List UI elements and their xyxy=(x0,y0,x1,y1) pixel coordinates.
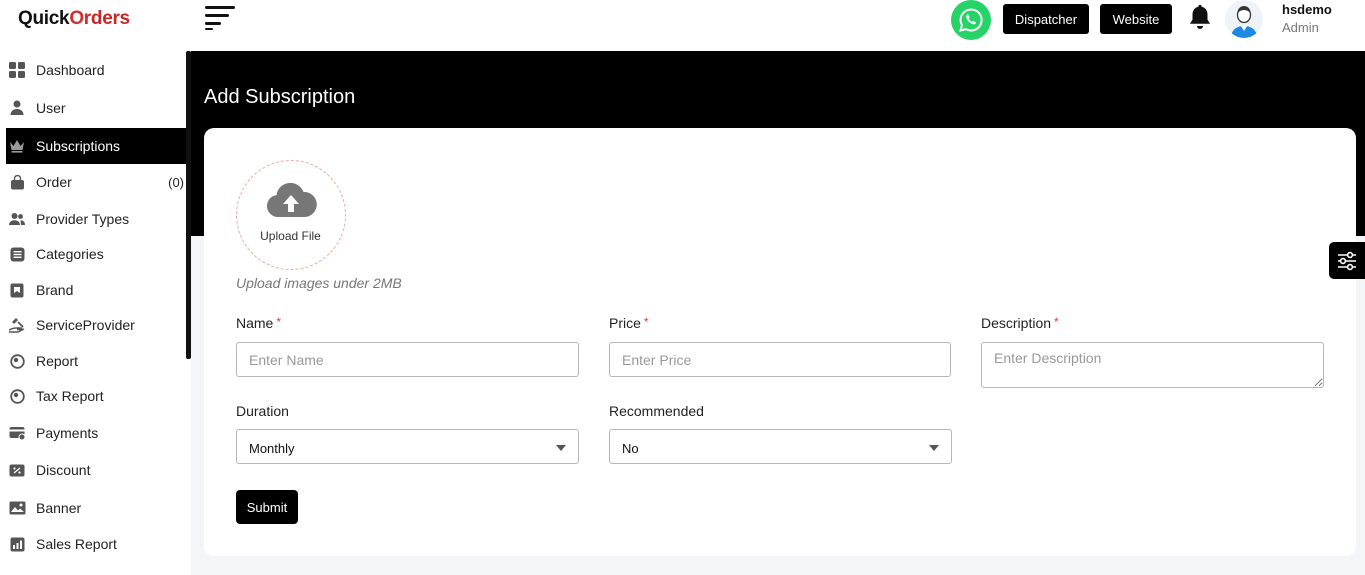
dashboard-icon xyxy=(8,61,26,79)
tax-report-icon xyxy=(8,387,26,405)
bell-icon[interactable] xyxy=(1187,4,1213,32)
order-count-badge: (0) xyxy=(168,174,184,190)
report-icon xyxy=(8,352,26,370)
menu-toggle-icon[interactable] xyxy=(205,6,235,30)
price-input[interactable] xyxy=(609,342,951,377)
top-header: Dispatcher Website hsdemo Admin xyxy=(191,0,1365,51)
bag-icon xyxy=(8,173,26,191)
sidebar-item-label: ServiceProvider xyxy=(36,317,135,333)
sidebar-item-label: Sales Report xyxy=(36,536,117,552)
sidebar-item-label: Brand xyxy=(36,282,74,298)
name-input[interactable] xyxy=(236,342,579,377)
sidebar-item-payments[interactable]: Payments xyxy=(6,415,186,451)
sidebar-item-order[interactable]: Order (0) xyxy=(6,164,186,200)
sidebar-item-label: User xyxy=(36,100,66,116)
submit-button[interactable]: Submit xyxy=(236,490,298,524)
upload-hint: Upload images under 2MB xyxy=(236,275,402,291)
sidebar-item-label: Payments xyxy=(36,425,99,441)
sidebar-item-user[interactable]: User xyxy=(6,90,186,126)
sidebar-item-sales-report[interactable]: Sales Report xyxy=(6,526,186,562)
service-provider-icon xyxy=(8,316,26,334)
sales-report-icon xyxy=(8,535,26,553)
sidebar-item-report[interactable]: Report xyxy=(6,343,186,379)
sidebar-item-discount[interactable]: Discount xyxy=(6,452,186,488)
description-label: Description * xyxy=(981,315,1059,331)
whatsapp-icon[interactable] xyxy=(951,0,991,40)
sidebar-item-brand[interactable]: Brand xyxy=(6,272,186,308)
cloud-upload-icon xyxy=(267,183,317,218)
recommended-label: Recommended xyxy=(609,403,704,419)
sidebar-item-categories[interactable]: Categories xyxy=(6,236,186,272)
description-textarea[interactable] xyxy=(981,342,1324,388)
user-name: hsdemo xyxy=(1282,2,1332,17)
sidebar-item-provider-types[interactable]: Provider Types xyxy=(6,201,186,237)
user-icon xyxy=(8,99,26,117)
sidebar-item-label: Provider Types xyxy=(36,211,130,227)
upload-file-dropzone[interactable]: Upload File xyxy=(236,160,346,270)
upload-label: Upload File xyxy=(260,229,321,243)
sidebar-item-serviceprovider[interactable]: ServiceProvider xyxy=(6,307,186,343)
price-label: Price * xyxy=(609,315,649,331)
required-mark: * xyxy=(276,315,282,329)
required-mark: * xyxy=(1054,315,1059,329)
sidebar-item-label: Subscriptions xyxy=(36,138,121,154)
recommended-value: No xyxy=(622,441,639,456)
categories-icon xyxy=(8,245,26,263)
brand-icon xyxy=(8,281,26,299)
chevron-down-icon xyxy=(556,445,566,451)
sidebar-item-subscriptions[interactable]: Subscriptions xyxy=(6,128,186,164)
banner-icon xyxy=(8,499,26,517)
sidebar-item-banner[interactable]: Banner xyxy=(6,490,186,526)
duration-label: Duration xyxy=(236,403,289,419)
user-role: Admin xyxy=(1282,20,1319,35)
duration-value: Monthly xyxy=(249,441,295,456)
payments-icon xyxy=(8,424,26,442)
chevron-down-icon xyxy=(929,445,939,451)
sidebar-item-label: Order xyxy=(36,174,72,190)
settings-sliders-icon[interactable] xyxy=(1329,242,1365,279)
duration-select[interactable]: Monthly xyxy=(236,429,579,464)
avatar[interactable] xyxy=(1225,0,1263,38)
sidebar-item-label: Tax Report xyxy=(36,388,104,404)
subscription-form-card: Upload File Upload images under 2MB Name… xyxy=(204,128,1356,556)
sidebar-item-label: Banner xyxy=(36,500,82,516)
discount-icon xyxy=(8,461,26,479)
page-title: Add Subscription xyxy=(204,86,356,108)
sidebar-item-tax-report[interactable]: Tax Report xyxy=(6,378,186,414)
users-icon xyxy=(8,210,26,228)
name-label: Name * xyxy=(236,315,282,331)
sidebar-item-label: Categories xyxy=(36,246,104,262)
crown-icon xyxy=(8,137,26,155)
sidebar: QuickOrders Dashboard User Subscriptions… xyxy=(0,0,191,575)
website-button[interactable]: Website xyxy=(1100,4,1172,34)
brand-logo[interactable]: QuickOrders xyxy=(18,8,130,30)
sidebar-item-label: Discount xyxy=(36,462,91,478)
sidebar-item-label: Report xyxy=(36,353,79,369)
sidebar-item-dashboard[interactable]: Dashboard xyxy=(6,52,186,88)
required-mark: * xyxy=(643,315,649,329)
sidebar-item-label: Dashboard xyxy=(36,62,105,78)
dispatcher-button[interactable]: Dispatcher xyxy=(1003,4,1089,34)
recommended-select[interactable]: No xyxy=(609,429,952,464)
